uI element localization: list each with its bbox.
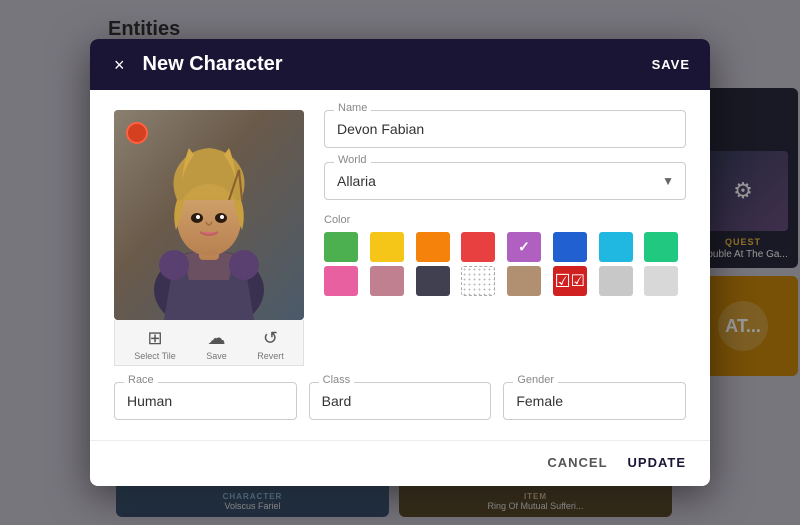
world-select[interactable]: Allaria Other World [324, 162, 686, 200]
class-input[interactable] [309, 382, 492, 420]
color-teal[interactable] [644, 232, 678, 262]
modal-header: × New Character SAVE [90, 39, 710, 90]
color-pink[interactable] [324, 266, 358, 296]
modal-overlay: × New Character SAVE [0, 0, 800, 525]
world-select-wrapper: Allaria Other World ▼ [324, 162, 686, 200]
new-character-modal: × New Character SAVE [90, 39, 710, 486]
color-red-checked[interactable]: ☑ [553, 266, 587, 296]
modal-footer: CANCEL UPDATE [90, 440, 710, 486]
class-field-group: Class [309, 382, 492, 420]
color-green[interactable] [324, 232, 358, 262]
color-purple[interactable] [507, 232, 541, 262]
race-input[interactable] [114, 382, 297, 420]
select-tile-label: Select Tile [134, 351, 176, 361]
color-dark[interactable] [416, 266, 450, 296]
revert-icon: ↺ [263, 328, 278, 349]
color-red[interactable] [461, 232, 495, 262]
save-image-label: Save [206, 351, 227, 361]
color-cyan[interactable] [599, 232, 633, 262]
character-image [114, 110, 304, 320]
page-background: Entities ⚙ QUEST Trouble At The Ga... AT… [0, 0, 800, 525]
image-section: ⊞ Select Tile ☁ Save ↺ Revert [114, 110, 304, 366]
gender-field-group: Gender [503, 382, 686, 420]
color-dotted[interactable] [461, 266, 495, 296]
color-lighter-gray[interactable] [644, 266, 678, 296]
fields-row: Race Class Gender [114, 382, 686, 420]
name-field-group: Name [324, 110, 686, 148]
save-image-icon: ☁ [207, 328, 225, 349]
world-label: World [334, 154, 371, 166]
image-toolbar: ⊞ Select Tile ☁ Save ↺ Revert [114, 320, 304, 366]
name-label: Name [334, 102, 371, 114]
color-yellow[interactable] [370, 232, 404, 262]
select-tile-icon: ⊞ [147, 328, 162, 349]
update-button[interactable]: UPDATE [628, 455, 686, 470]
gender-input[interactable] [503, 382, 686, 420]
revert-button[interactable]: ↺ Revert [257, 328, 284, 361]
gender-label: Gender [513, 374, 558, 386]
cancel-button[interactable]: CANCEL [547, 455, 607, 470]
color-light-gray[interactable] [599, 266, 633, 296]
color-grid: ☑ [324, 232, 686, 296]
color-mauve[interactable] [370, 266, 404, 296]
modal-body: ⊞ Select Tile ☁ Save ↺ Revert [90, 90, 710, 440]
modal-save-button[interactable]: SAVE [652, 57, 690, 72]
world-field-group: World Allaria Other World ▼ [324, 162, 686, 200]
form-section: Name World Allaria Other World [324, 110, 686, 366]
revert-label: Revert [257, 351, 284, 361]
class-label: Class [319, 374, 355, 386]
modal-close-button[interactable]: × [110, 54, 129, 76]
color-blue[interactable] [553, 232, 587, 262]
color-orange[interactable] [416, 232, 450, 262]
save-image-button[interactable]: ☁ Save [206, 328, 227, 361]
race-field-group: Race [114, 382, 297, 420]
name-input[interactable] [324, 110, 686, 148]
char-dot-indicator [126, 122, 148, 144]
race-label: Race [124, 374, 158, 386]
modal-title: New Character [143, 53, 638, 76]
modal-content-row: ⊞ Select Tile ☁ Save ↺ Revert [114, 110, 686, 366]
color-label: Color [324, 214, 686, 226]
color-section: Color [324, 214, 686, 296]
select-tile-button[interactable]: ⊞ Select Tile [134, 328, 176, 361]
color-tan[interactable] [507, 266, 541, 296]
